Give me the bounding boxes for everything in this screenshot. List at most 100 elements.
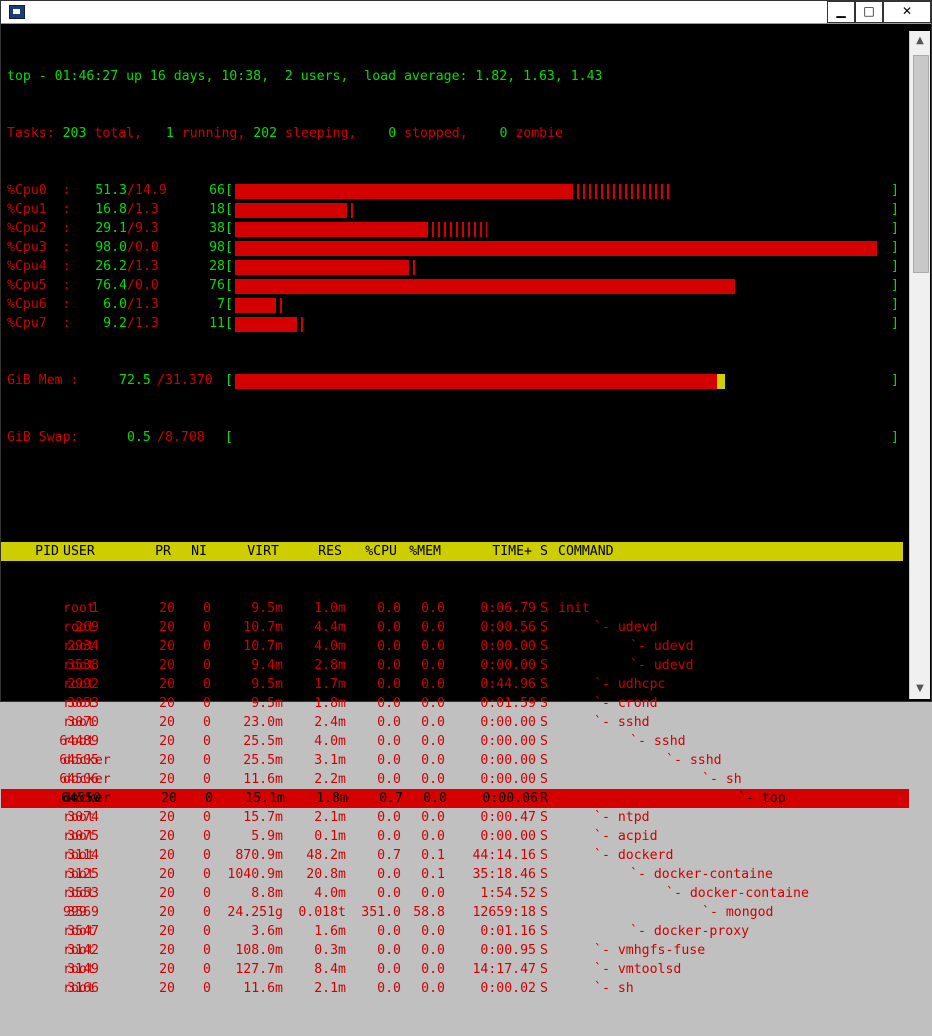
cell-cpu: 0.0 [377,867,401,882]
cell-cmd: `- vmhgfs-fuse [594,943,706,958]
table-row[interactable]: 2992 root 20 0 9.5m 1.7m 0.0 0.0 0:44.96 S `- udhc… [7,675,907,694]
cpu-user-pct: 16.8 [95,202,127,217]
table-row[interactable]: 1 root 20 0 9.5m 1.0m 0.0 0.0 0:06.79 Sinit [7,599,907,618]
cell-res: 2.4m [314,715,346,730]
table-row[interactable]: 3166 root 20 0 11.6m 2.1m 0.0 0.0 0:00.02 S `- sh [7,979,907,998]
cpu-sys-bar [407,260,416,275]
cell-virt: 9.4m [251,658,283,673]
table-row[interactable]: 3538 root 20 0 9.4m 2.8m 0.0 0.0 0:00.00 S `- udev… [7,656,907,675]
table-row[interactable]: 3114 root 20 0 870.9m 48.2m 0.7 0.1 44:14.16 S `- … [7,846,907,865]
cpu-slash: / [127,278,135,293]
cpu-meters: %Cpu0 :51.3/14.9 66[] %Cpu1 :16.8/1.3 18[]%… [7,181,907,333]
scroll-down-icon[interactable]: ▼ [912,681,928,697]
cell-cpu: 0.0 [377,981,401,996]
cell-pr: 20 [159,715,175,730]
cell-s: S [540,601,548,616]
cell-user: root [63,639,95,654]
cell-res: 0.3m [314,943,346,958]
mem-bar [235,374,717,389]
column-header-ni[interactable]: NI [191,542,207,561]
cell-res: 2.8m [314,658,346,673]
table-row[interactable]: 3553 root 20 0 8.8m 4.0m 0.0 0.0 1:54.52 S `- dock… [7,884,907,903]
column-header-user[interactable]: USER [63,542,95,561]
cell-ni: 0 [203,981,211,996]
cell-s: S [540,886,548,901]
vertical-scrollbar[interactable]: ▲ ▼ [909,31,930,699]
swap-open-bracket: [ [225,430,233,445]
scroll-up-icon[interactable]: ▲ [912,33,928,49]
cpu-user-bar [235,222,426,237]
cell-virt: 15.1m [245,791,285,806]
cpu-label: %Cpu7 : [7,316,71,331]
cell-user: root [63,715,95,730]
cpu-user-pct: 26.2 [95,259,127,274]
cell-mem: 0.0 [421,772,445,787]
scroll-thumb[interactable] [913,55,929,273]
table-row[interactable]: 3547 root 20 0 3.6m 1.6m 0.0 0.0 0:01.16 S `- dock… [7,922,907,941]
cpu-sys-bar [345,203,354,218]
table-row[interactable]: 3075 root 20 0 5.9m 0.1m 0.0 0.0 0:00.00 S `- acpi… [7,827,907,846]
cell-virt: 10.7m [243,639,283,654]
column-header-cpu[interactable]: %CPU [365,542,397,561]
table-row[interactable]: 3053 root 20 0 9.5m 1.8m 0.0 0.0 0:01.59 S `- cron… [7,694,907,713]
column-header-virt[interactable]: VIRT [247,542,279,561]
table-row[interactable]: 3125 root 20 0 1040.9m 20.8m 0.0 0.1 35:18.46 S `-… [7,865,907,884]
title-bar[interactable]: ▁ □ ✕ [1,1,931,24]
table-row[interactable]: 3149 root 20 0 127.7m 8.4m 0.0 0.0 14:17.47 S `- v… [7,960,907,979]
column-header-res[interactable]: RES [318,542,342,561]
cell-pr: 20 [159,639,175,654]
cell-ni: 0 [203,829,211,844]
table-row[interactable]: 3142 root 20 0 108.0m 0.3m 0.0 0.0 0:00.95 S `- vm… [7,941,907,960]
cell-pr: 20 [159,829,175,844]
cell-user: root [63,886,95,901]
minimize-button[interactable]: ▁ [827,1,855,23]
cell-cmd: `- top [738,791,786,806]
column-header[interactable]: PID USER PR NI VIRT RES %CPU %MEM TIME+ S COMMAND [1,542,903,561]
cpu-user-pct: 51.3 [95,183,127,198]
cell-ni: 0 [203,715,211,730]
table-row[interactable]: 3569 999 20 0 24.251g 0.018t 351.0 58.8 12659:18… [7,903,907,922]
column-header-s[interactable]: S [540,542,548,561]
table-row[interactable]: 2934 root 20 0 10.7m 4.0m 0.0 0.0 0:00.00 S `- ude… [7,637,907,656]
cell-ni: 0 [203,848,211,863]
cpu-user-bar [235,298,274,313]
cpu-close-bracket: ] [891,316,899,331]
table-row[interactable]: 64506 docker 20 0 11.6m 2.2m 0.0 0.0 0:00.00 S `- … [7,770,907,789]
mem-close-bracket: ] [891,373,899,388]
cpu-total-pct: 7 [217,297,225,312]
column-header-time[interactable]: TIME+ [492,542,532,561]
close-button[interactable]: ✕ [883,1,931,23]
table-row[interactable]: 64505 docker 20 0 25.5m 3.1m 0.0 0.0 0:00.00 S `- … [7,751,907,770]
table-row[interactable]: 269 root 20 0 10.7m 4.4m 0.0 0.0 0:00.56 S `- udev… [7,618,907,637]
cell-res: 1.8m [316,791,348,806]
table-row[interactable]: 3074 root 20 0 15.7m 2.1m 0.0 0.0 0:00.47 S `- ntp… [7,808,907,827]
tasks-total: 203 [62,126,87,141]
cell-virt: 1040.9m [227,867,283,882]
cell-pr: 20 [161,791,177,806]
cell-mem: 0.0 [421,696,445,711]
cell-mem: 0.0 [421,886,445,901]
process-list[interactable]: 1 root 20 0 9.5m 1.0m 0.0 0.0 0:06.79 Sinit 269 roo… [1,599,909,998]
cpu-sys-pct: 1.3 [135,259,159,274]
cell-res: 1.6m [314,924,346,939]
cell-virt: 15.7m [243,810,283,825]
terminal-output[interactable]: top - 01:46:27 up 16 days, 10:38, 2 user… [1,29,909,996]
tasks-line: Tasks: 203 total, 1 running, 202 sleepin… [7,124,907,143]
column-header-mem[interactable]: %MEM [409,542,441,561]
cell-mem: 0.0 [421,981,445,996]
cell-s: R [540,791,548,806]
table-row[interactable]: 3070 root 20 0 23.0m 2.4m 0.0 0.0 0:00.00 S `- ssh… [7,713,907,732]
maximize-button[interactable]: □ [855,1,883,23]
cpu-slash: / [127,297,135,312]
cell-pr: 20 [159,981,175,996]
column-header-pr[interactable]: PR [155,542,171,561]
cell-time: 44:14.16 [472,848,536,863]
cell-cpu: 0.0 [377,772,401,787]
cpu-sys-pct: 0.0 [135,278,159,293]
cpu-sys-pct: 1.3 [135,297,159,312]
table-row-selected[interactable]: 64550 docker 20 0 15.1m 1.8m 0.7 0.0 0:00.06 R `- … [1,789,909,808]
table-row[interactable]: 64489 root 20 0 25.5m 4.0m 0.0 0.0 0:00.00 S `- ss… [7,732,907,751]
tasks-running: 1 [165,126,174,141]
column-header-pid[interactable]: PID [35,542,59,561]
column-header-command[interactable]: COMMAND [558,542,614,561]
